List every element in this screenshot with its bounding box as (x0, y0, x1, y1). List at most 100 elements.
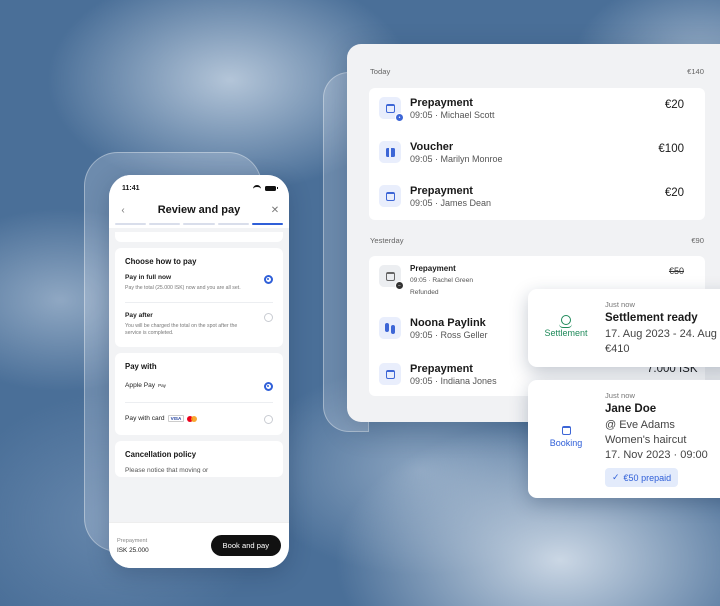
book-and-pay-button[interactable]: Book and pay (210, 535, 281, 556)
option-pay-after-desc: You will be charged the total on the spo… (125, 322, 238, 337)
transaction-title: Prepayment (410, 185, 473, 197)
cancellation-card: Cancellation policy Please notice that m… (115, 440, 283, 477)
transaction-subtitle: 09:05 · Indiana Jones (410, 376, 497, 386)
status-icons (253, 185, 278, 191)
yesterday-header: Yesterday €90 (370, 236, 704, 245)
phone-mockup: 11:41 ‹ Review and pay ✕ Choose how to p… (109, 175, 289, 568)
radio-pay-full[interactable] (264, 275, 273, 284)
transaction-subtitle: 09:05 · Marilyn Monroe (410, 154, 503, 164)
mastercard-icon (187, 415, 198, 422)
settlement-amount: €410 (605, 343, 630, 355)
prepaid-badge: ✓ €50 prepaid (605, 468, 679, 487)
refunded-label: Refunded (410, 289, 439, 296)
cancellation-body: Please notice that moving or (125, 466, 209, 473)
apple-pay-badge: Pay (158, 383, 166, 388)
progress-step (183, 223, 215, 225)
prepaid-amount: €50 prepaid (623, 472, 672, 483)
divider (125, 401, 273, 403)
transaction-subtitle: 09:05 · Ross Geller (410, 330, 488, 340)
booking-side: Booking (528, 426, 604, 448)
radio-pay-after[interactable] (264, 312, 273, 322)
prepayment-amount: ISK 25.000 (117, 546, 149, 554)
booking-datetime: 17. Nov 2023 · 09:00 (605, 449, 708, 461)
transaction-amount: €20 (664, 187, 684, 199)
settlement-notification[interactable]: Settlement Just now Settlement ready 17.… (528, 289, 720, 367)
cancellation-title: Cancellation policy (125, 449, 197, 459)
option-pay-full-title: Pay in full now (125, 274, 172, 281)
booking-service: Women's haircut (605, 434, 687, 446)
booking-notification[interactable]: Booking Just now Jane Doe @ Eve Adams Wo… (528, 380, 720, 498)
phone-header: ‹ Review and pay ✕ (109, 197, 289, 223)
calendar-icon: • (379, 97, 404, 122)
notification-title: Settlement ready (605, 312, 698, 324)
yesterday-label: Yesterday (370, 236, 404, 245)
card-label: Pay with card (125, 415, 165, 423)
pay-with-title: Pay with (125, 361, 157, 371)
status-time: 11:41 (122, 184, 140, 192)
check-icon: ✓ (612, 472, 620, 482)
gift-icon (379, 141, 401, 163)
pay-with-card: Pay with Apple Pay Pay Pay with card VIS… (115, 352, 283, 435)
transaction-subtitle: 09:05 · Michael Scott (410, 110, 495, 120)
settlement-label: Settlement (544, 328, 588, 338)
calendar-icon (561, 426, 571, 435)
chevron-left-icon[interactable]: ‹ (117, 205, 129, 216)
notification-time: Just now (605, 391, 635, 400)
transaction-row[interactable]: Voucher 09:05 · Marilyn Monroe €100 (369, 132, 705, 176)
refund-badge-icon: − (395, 281, 404, 290)
option-pay-full[interactable]: Pay in full now Pay the total (25.000 IS… (125, 274, 273, 293)
battery-icon (265, 185, 278, 191)
booking-label: Booking (549, 438, 583, 448)
paylink-icon (379, 317, 401, 339)
progress-step-active (251, 223, 284, 225)
calendar-icon: − (379, 265, 404, 290)
apple-pay-option[interactable]: Apple Pay Pay (125, 379, 273, 393)
prepayment-label: Prepayment (117, 537, 148, 544)
transaction-row[interactable]: • Prepayment 09:05 · Michael Scott €20 (369, 88, 705, 132)
settlement-range: 17. Aug 2023 - 24. Aug (605, 328, 717, 340)
today-header: Today €140 (370, 67, 704, 76)
close-icon[interactable]: ✕ (269, 205, 281, 216)
choose-payment-card: Choose how to pay Pay in full now Pay th… (115, 248, 283, 347)
yesterday-total: €90 (691, 236, 704, 245)
checkout-footer: Prepayment ISK 25.000 Book and pay (109, 522, 289, 568)
radio-card[interactable] (264, 414, 273, 424)
booking-staff: @ Eve Adams (605, 419, 675, 431)
collapsed-card (115, 232, 283, 242)
transaction-subtitle: 09:05 · Rachel Green (410, 277, 474, 284)
transaction-title: Prepayment (410, 264, 456, 273)
transaction-amount: €50 (668, 266, 684, 276)
settlement-icon (559, 315, 572, 328)
wifi-icon (253, 185, 261, 191)
transaction-title: Prepayment (410, 97, 473, 109)
option-pay-after-title: Pay after (125, 311, 153, 319)
status-bar: 11:41 (109, 175, 289, 197)
transaction-title: Noona Paylink (410, 317, 486, 329)
calendar-icon (379, 363, 401, 385)
visa-logo: VISA (167, 415, 185, 423)
transaction-title: Voucher (410, 141, 454, 153)
calendar-icon (379, 185, 401, 207)
transaction-subtitle: 09:05 · James Dean (410, 198, 492, 208)
choose-payment-title: Choose how to pay (125, 257, 197, 266)
step-progress (109, 223, 289, 228)
transaction-title: Prepayment (410, 363, 473, 375)
card-option[interactable]: Pay with card VISA (125, 412, 273, 426)
transaction-row[interactable]: Prepayment 09:05 · James Dean €20 (369, 176, 705, 220)
progress-step (115, 223, 147, 225)
notification-time: Just now (605, 300, 635, 309)
booking-customer-name: Jane Doe (605, 403, 657, 415)
today-label: Today (370, 67, 391, 76)
page-title: Review and pay (157, 204, 241, 216)
option-pay-full-desc: Pay the total (25.000 ISK) now and you a… (125, 285, 241, 291)
apple-pay-badge-text: Pay (158, 383, 166, 389)
option-pay-after[interactable]: Pay after You will be charged the total … (125, 312, 273, 338)
progress-step (149, 223, 181, 225)
clock-badge-icon: • (395, 113, 404, 122)
today-group: • Prepayment 09:05 · Michael Scott €20 V… (369, 88, 705, 220)
progress-step (217, 223, 249, 225)
settlement-side: Settlement (528, 315, 604, 338)
divider (125, 301, 273, 303)
transaction-amount: €20 (664, 99, 684, 111)
radio-apple-pay[interactable] (264, 381, 273, 391)
